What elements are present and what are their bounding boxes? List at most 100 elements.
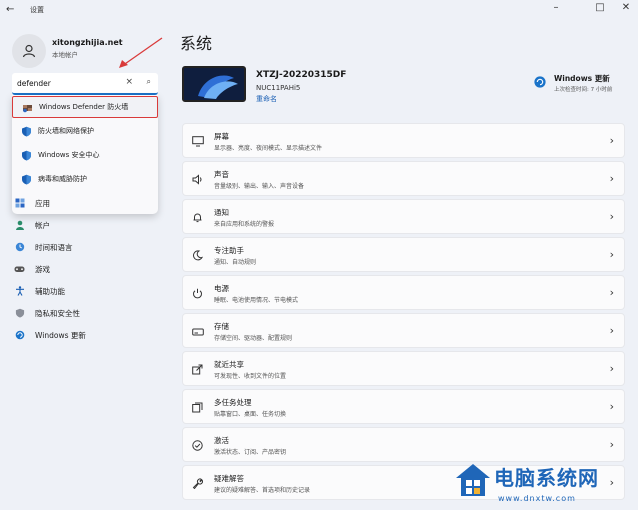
card-subtitle: 通知、自动规则 xyxy=(214,259,257,266)
apps-icon xyxy=(14,198,25,209)
card-subtitle: 显示器、亮度、夜间模式、显示描述文件 xyxy=(214,145,323,152)
sidebar-item-apps[interactable]: 应用 xyxy=(8,193,158,213)
device-model: NUC11PAHi5 xyxy=(256,84,301,92)
sidebar-item-label: 辅助功能 xyxy=(35,286,65,296)
power-icon xyxy=(191,287,204,300)
card-subtitle: 存储空间、驱动器、配置规则 xyxy=(214,335,293,342)
sidebar-item-accounts[interactable]: 帐户 xyxy=(8,215,158,235)
card-title: 存储 xyxy=(214,322,229,331)
settings-card-display[interactable]: 屏幕 显示器、亮度、夜间模式、显示描述文件 › xyxy=(182,123,625,158)
settings-card-activation[interactable]: 激活 激活状态、订阅、产品密钥 › xyxy=(182,427,625,462)
search-result-label: 防火墙和网络保护 xyxy=(38,127,94,135)
card-title: 声音 xyxy=(214,170,229,179)
chevron-right-icon: › xyxy=(609,134,614,147)
card-title: 电源 xyxy=(214,284,229,293)
watermark-url: www.dnxtw.com xyxy=(498,494,576,503)
search-result-virus-protection[interactable]: 病毒和威胁防护 xyxy=(12,168,158,190)
sidebar-item-privacy-security[interactable]: 隐私和安全性 xyxy=(8,303,158,323)
card-title: 通知 xyxy=(214,208,229,217)
chevron-right-icon: › xyxy=(609,286,614,299)
monitor-icon xyxy=(191,135,204,148)
card-title: 专注助手 xyxy=(214,246,244,255)
maximize-button[interactable]: □ xyxy=(592,2,608,13)
house-logo-icon xyxy=(456,464,490,496)
settings-card-multitasking[interactable]: 多任务处理 贴靠窗口、桌面、任务切换 › xyxy=(182,389,625,424)
main-content: 系统 XTZJ-20220315DF NUC11PAHi5 重命名 Window… xyxy=(170,22,638,510)
chevron-right-icon: › xyxy=(609,210,614,223)
shield-icon xyxy=(20,149,32,161)
sidebar-item-label: 隐私和安全性 xyxy=(35,308,80,318)
rename-link[interactable]: 重命名 xyxy=(256,94,277,104)
update-icon xyxy=(14,330,25,341)
device-wallpaper-thumbnail xyxy=(182,66,246,102)
sidebar-item-accessibility[interactable]: 辅助功能 xyxy=(8,281,158,301)
app-title: 设置 xyxy=(30,6,44,14)
minimize-button[interactable]: – xyxy=(548,2,564,13)
settings-card-storage[interactable]: 存储 存储空间、驱动器、配置规则 › xyxy=(182,313,625,348)
search-result-label: Windows Defender 防火墙 xyxy=(39,103,129,111)
speaker-icon xyxy=(191,173,204,186)
card-subtitle: 音量级别、输出、输入、声音设备 xyxy=(214,183,305,190)
settings-card-nearby-sharing[interactable]: 就近共享 可发现性、收到文件的位置 › xyxy=(182,351,625,386)
card-subtitle: 可发现性、收到文件的位置 xyxy=(214,373,287,380)
sidebar-item-label: 时间和语言 xyxy=(35,242,73,252)
search-icon[interactable]: ⌕ xyxy=(147,77,151,87)
check-circle-icon xyxy=(191,439,204,452)
card-subtitle: 建议的疑难解答、首选项和历史记录 xyxy=(214,487,311,494)
back-button[interactable]: ← xyxy=(6,4,14,15)
settings-card-notifications[interactable]: 通知 来自应用和系统的警报 › xyxy=(182,199,625,234)
search-input[interactable] xyxy=(17,76,122,90)
card-subtitle: 贴靠窗口、桌面、任务切换 xyxy=(214,411,287,418)
multitask-icon xyxy=(191,401,204,414)
share-icon xyxy=(191,363,204,376)
settings-card-sound[interactable]: 声音 音量级别、输出、输入、声音设备 › xyxy=(182,161,625,196)
sidebar-item-label: Windows 更新 xyxy=(35,330,86,340)
settings-card-power[interactable]: 电源 睡眠、电池使用情况、节电模式 › xyxy=(182,275,625,310)
chevron-right-icon: › xyxy=(609,362,614,375)
shield-icon xyxy=(20,173,32,185)
chevron-right-icon: › xyxy=(609,438,614,451)
card-title: 屏幕 xyxy=(214,132,229,141)
sidebar-item-label: 帐户 xyxy=(35,220,50,230)
gamepad-icon xyxy=(14,264,25,275)
card-subtitle: 来自应用和系统的警报 xyxy=(214,221,275,228)
card-title: 疑难解答 xyxy=(214,474,244,483)
search-result-firewall-network[interactable]: 防火墙和网络保护 xyxy=(12,120,158,142)
chevron-right-icon: › xyxy=(609,400,614,413)
watermark: 电脑系统网 www.dnxtw.com xyxy=(452,458,638,510)
card-title: 激活 xyxy=(214,436,229,445)
search-result-windows-security[interactable]: Windows 安全中心 xyxy=(12,144,158,166)
title-bar: ← 设置 – □ ✕ xyxy=(0,0,638,22)
avatar[interactable] xyxy=(12,34,46,68)
sidebar-item-time-language[interactable]: 时间和语言 xyxy=(8,237,158,257)
accessibility-icon xyxy=(14,286,25,297)
moon-icon xyxy=(191,249,204,262)
bell-icon xyxy=(191,211,204,224)
search-box[interactable]: × ⌕ xyxy=(12,73,158,95)
search-result-defender-firewall[interactable]: Windows Defender 防火墙 xyxy=(12,96,158,118)
sidebar-item-gaming[interactable]: 游戏 xyxy=(8,259,158,279)
clear-search-button[interactable]: × xyxy=(125,77,133,87)
wrench-icon xyxy=(191,477,204,490)
search-result-label: 病毒和威胁防护 xyxy=(38,175,87,183)
user-icon xyxy=(22,44,36,58)
account-type: 本地帐户 xyxy=(52,51,78,59)
page-title: 系统 xyxy=(180,34,213,53)
shield-icon xyxy=(20,125,32,137)
card-subtitle: 激活状态、订阅、产品密钥 xyxy=(214,449,287,456)
chevron-right-icon: › xyxy=(609,172,614,185)
annotation-arrow xyxy=(119,37,163,68)
close-button[interactable]: ✕ xyxy=(618,2,634,13)
search-result-label: Windows 安全中心 xyxy=(38,151,100,159)
settings-card-focus-assist[interactable]: 专注助手 通知、自动规则 › xyxy=(182,237,625,272)
windows-update-title[interactable]: Windows 更新 xyxy=(554,73,610,84)
sidebar: xitongzhijia.net 本地帐户 × ⌕ Windows Defend… xyxy=(0,22,170,510)
card-title: 多任务处理 xyxy=(214,398,252,407)
update-icon xyxy=(534,76,546,88)
sidebar-item-windows-update[interactable]: Windows 更新 xyxy=(8,325,158,345)
watermark-title: 电脑系统网 xyxy=(494,466,599,490)
chevron-right-icon: › xyxy=(609,248,614,261)
device-name: XTZJ-20220315DF xyxy=(256,70,347,80)
shield-icon xyxy=(14,308,25,319)
card-title: 就近共享 xyxy=(214,360,244,369)
